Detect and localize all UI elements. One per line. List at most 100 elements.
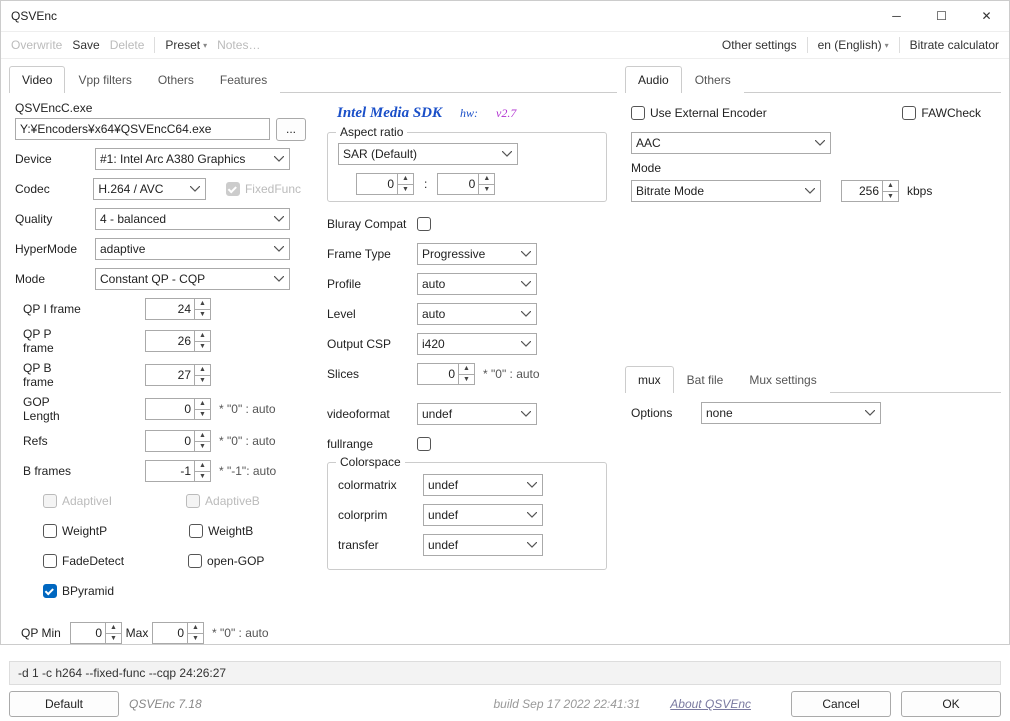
sdk-hw-label: hw: [460, 106, 478, 121]
tab-batfile[interactable]: Bat file [674, 366, 737, 393]
build-label: build Sep 17 2022 22:41:31 [493, 697, 640, 711]
quality-label: Quality [15, 212, 95, 226]
version-label: QSVEnc 7.18 [129, 697, 202, 711]
tab-audio-others[interactable]: Others [682, 66, 744, 93]
save-button[interactable]: Save [72, 38, 99, 52]
sdk-title: Intel Media SDK [337, 105, 442, 122]
colormatrix-label: colormatrix [338, 478, 423, 492]
transfer-label: transfer [338, 538, 423, 552]
level-select[interactable]: auto [417, 303, 537, 325]
bitrate-calculator-button[interactable]: Bitrate calculator [910, 38, 999, 52]
tab-audio[interactable]: Audio [625, 66, 682, 93]
tab-mux[interactable]: mux [625, 366, 674, 393]
delete-button[interactable]: Delete [110, 38, 145, 52]
audio-mode-label: Mode [631, 161, 995, 175]
qpmax-stepper[interactable]: ▲▼ [152, 622, 204, 644]
adaptivei-checkbox: AdaptiveI [43, 494, 112, 508]
tab-features[interactable]: Features [207, 66, 280, 93]
colorprim-select[interactable]: undef [423, 504, 543, 526]
other-settings-button[interactable]: Other settings [722, 38, 797, 52]
chevron-down-icon: ▾ [203, 41, 207, 50]
default-button[interactable]: Default [9, 691, 119, 717]
mux-options-label: Options [631, 406, 701, 420]
close-icon[interactable]: ✕ [964, 1, 1009, 31]
level-label: Level [327, 307, 417, 321]
videoformat-label: videoformat [327, 407, 417, 421]
hypermode-label: HyperMode [15, 242, 95, 256]
adaptiveb-checkbox: AdaptiveB [186, 494, 260, 508]
overwrite-button[interactable]: Overwrite [11, 38, 62, 52]
slices-label: Slices [327, 367, 417, 381]
codec-label: Codec [15, 182, 93, 196]
csp-label: Output CSP [327, 337, 417, 351]
fadedetect-checkbox[interactable]: FadeDetect [43, 554, 124, 568]
colorspace-legend: Colorspace [336, 455, 405, 469]
audio-mode-select[interactable]: Bitrate Mode [631, 180, 821, 202]
cancel-button[interactable]: Cancel [791, 691, 891, 717]
browse-button[interactable]: ... [276, 118, 306, 141]
opengop-checkbox[interactable]: open-GOP [188, 554, 264, 568]
preset-dropdown[interactable]: Preset [165, 38, 200, 52]
profile-label: Profile [327, 277, 417, 291]
chevron-down-icon: ▾ [885, 41, 889, 50]
ok-button[interactable]: OK [901, 691, 1001, 717]
qpb-stepper[interactable]: ▲▼ [145, 364, 211, 386]
qpmax-label: Max [122, 626, 152, 640]
frametype-label: Frame Type [327, 247, 417, 261]
minimize-icon[interactable]: ─ [874, 1, 919, 31]
audio-codec-select[interactable]: AAC [631, 132, 831, 154]
bluray-checkbox[interactable] [417, 217, 431, 231]
aspect-mode-select[interactable]: SAR (Default) [338, 143, 518, 165]
weightp-checkbox[interactable]: WeightP [43, 524, 107, 538]
profile-select[interactable]: auto [417, 273, 537, 295]
aspect-legend: Aspect ratio [336, 125, 407, 139]
fixedfunc-checkbox: FixedFunc [226, 182, 301, 196]
hypermode-select[interactable]: adaptive [95, 238, 290, 260]
colormatrix-select[interactable]: undef [423, 474, 543, 496]
audio-bitrate-unit: kbps [907, 184, 932, 198]
device-label: Device [15, 152, 95, 166]
aspect-a-stepper[interactable]: ▲▼ [356, 173, 414, 195]
exe-path-input[interactable] [15, 118, 270, 140]
qpp-stepper[interactable]: ▲▼ [145, 330, 211, 352]
gop-stepper[interactable]: ▲▼ [145, 398, 211, 420]
language-dropdown[interactable]: en (English) [818, 38, 882, 52]
notes-button[interactable]: Notes… [217, 38, 260, 52]
mode-label: Mode [15, 272, 95, 286]
frametype-select[interactable]: Progressive [417, 243, 537, 265]
videoformat-select[interactable]: undef [417, 403, 537, 425]
audio-bitrate-stepper[interactable]: ▲▼ [841, 180, 899, 202]
aspect-b-stepper[interactable]: ▲▼ [437, 173, 495, 195]
commandline-display: -d 1 -c h264 --fixed-func --cqp 24:26:27 [9, 661, 1001, 685]
mux-options-select[interactable]: none [701, 402, 881, 424]
mode-select[interactable]: Constant QP - CQP [95, 268, 290, 290]
sdk-version: v2.7 [496, 106, 516, 121]
fullrange-checkbox[interactable] [417, 437, 431, 451]
qpmin-stepper[interactable]: ▲▼ [70, 622, 122, 644]
transfer-select[interactable]: undef [423, 534, 543, 556]
window-title: QSVEnc [11, 9, 57, 23]
colorprim-label: colorprim [338, 508, 423, 522]
weightb-checkbox[interactable]: WeightB [189, 524, 253, 538]
csp-select[interactable]: i420 [417, 333, 537, 355]
tab-video[interactable]: Video [9, 66, 65, 93]
bframes-stepper[interactable]: ▲▼ [145, 460, 211, 482]
tab-muxsettings[interactable]: Mux settings [736, 366, 829, 393]
quality-select[interactable]: 4 - balanced [95, 208, 290, 230]
qpi-stepper[interactable]: ▲▼ [145, 298, 211, 320]
refs-stepper[interactable]: ▲▼ [145, 430, 211, 452]
about-link[interactable]: About QSVEnc [670, 697, 751, 711]
slices-stepper[interactable]: ▲▼ [417, 363, 475, 385]
device-select[interactable]: #1: Intel Arc A380 Graphics [95, 148, 290, 170]
bpyramid-checkbox[interactable]: BPyramid [43, 584, 114, 598]
qpmin-label: QP Min [15, 626, 70, 640]
fawcheck-checkbox[interactable]: FAWCheck [902, 106, 981, 120]
maximize-icon[interactable]: ☐ [919, 1, 964, 31]
codec-select[interactable]: H.264 / AVC [93, 178, 206, 200]
qpb-label: QP B frame [15, 361, 85, 389]
fullrange-label: fullrange [327, 437, 417, 451]
tab-others[interactable]: Others [145, 66, 207, 93]
gop-label: GOP Length [15, 395, 85, 423]
tab-vpp[interactable]: Vpp filters [65, 66, 144, 93]
use-external-encoder-checkbox[interactable]: Use External Encoder [631, 106, 767, 120]
